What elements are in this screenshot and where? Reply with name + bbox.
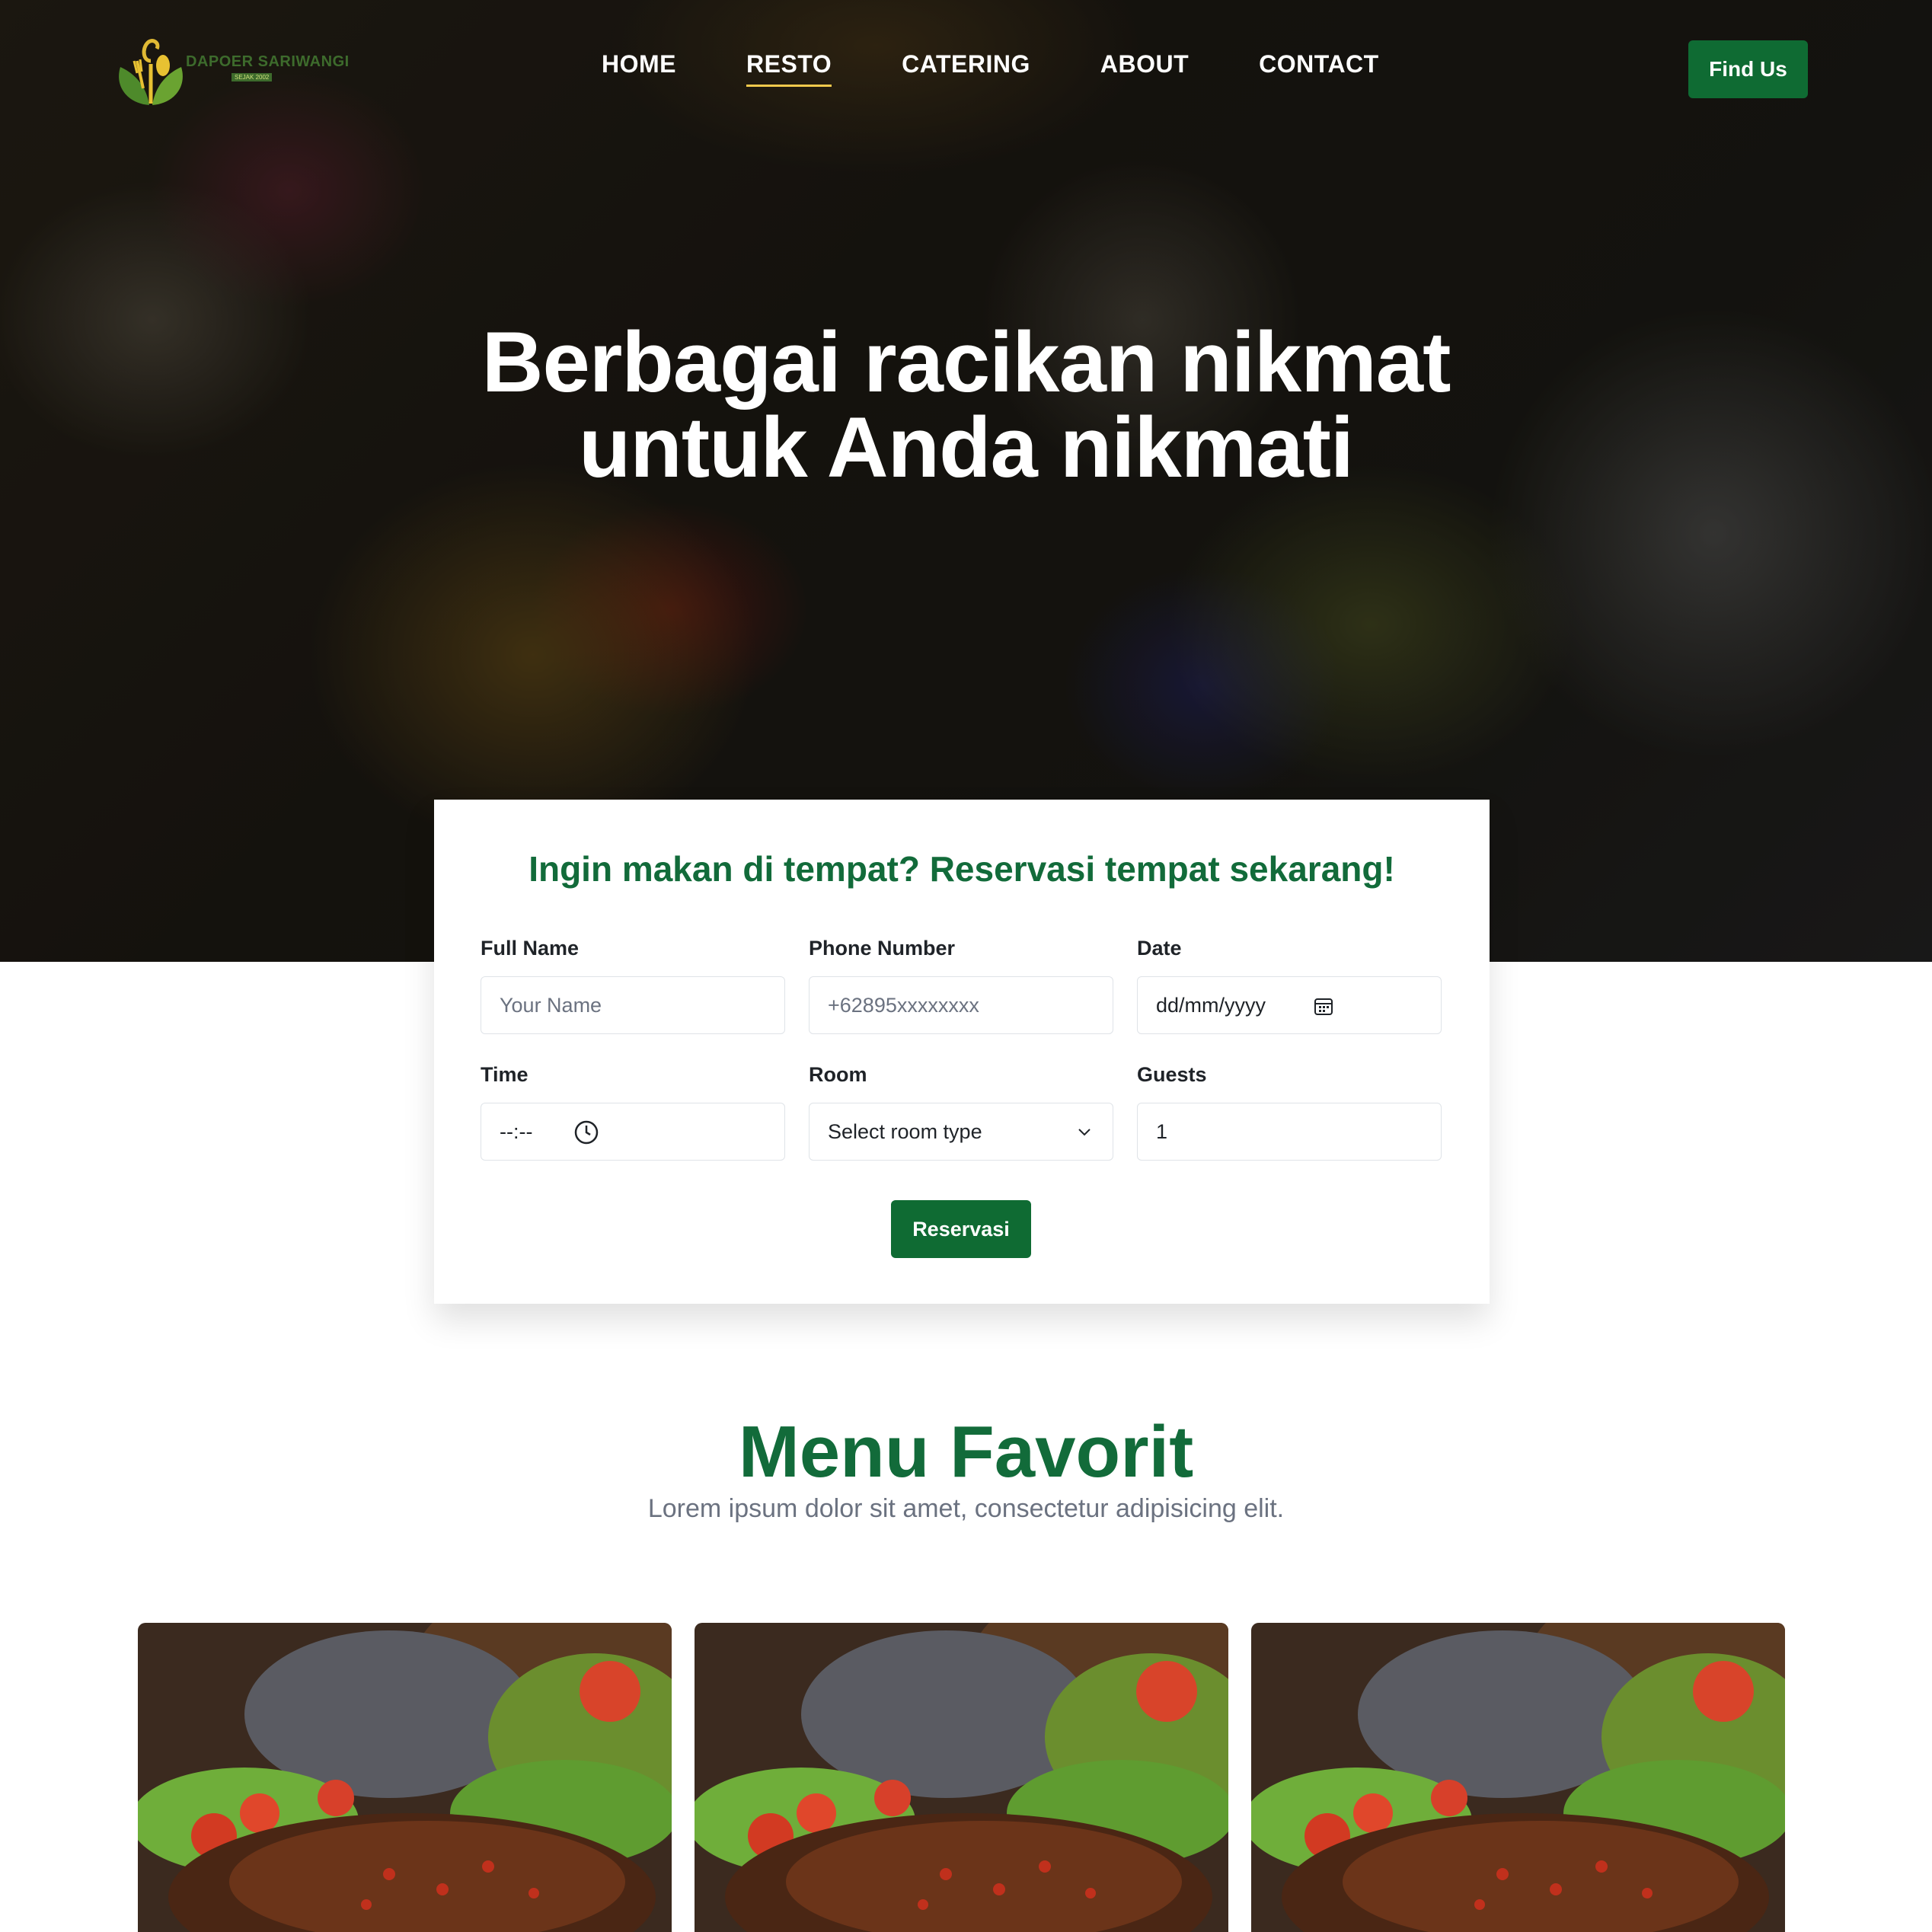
room-select[interactable]: Select room type — [809, 1103, 1113, 1161]
full-name-label: Full Name — [481, 937, 580, 960]
room-field: Room Select room type — [809, 1063, 1113, 1161]
guests-field: Guests 1 — [1137, 1063, 1442, 1161]
nav-about[interactable]: ABOUT — [1100, 50, 1189, 87]
chevron-down-icon — [1078, 1129, 1091, 1136]
menu-card-1[interactable] — [138, 1623, 672, 1932]
grilled-fish-image — [138, 1623, 672, 1932]
brand-logo[interactable]: DAPOER SARIWANGI SEJAK 2002 — [113, 30, 349, 114]
brand-tagline: SEJAK 2002 — [232, 73, 273, 81]
phone-placeholder: +62895xxxxxxxx — [828, 993, 979, 1017]
nav-resto[interactable]: RESTO — [746, 50, 832, 87]
calendar-icon[interactable] — [1313, 995, 1334, 1017]
reservation-title: Ingin makan di tempat? Reservasi tempat … — [434, 848, 1490, 889]
time-placeholder: --:-- — [500, 1119, 533, 1143]
date-placeholder: dd/mm/yyyy — [1156, 993, 1266, 1017]
room-selected-value: Select room type — [828, 1119, 982, 1143]
menu-favorit-subtitle: Lorem ipsum dolor sit amet, consectetur … — [647, 1494, 1285, 1523]
hero-title-line-1: Berbagai racikan nikmat — [481, 315, 1451, 410]
date-label: Date — [1137, 937, 1182, 960]
find-us-button[interactable]: Find Us — [1688, 40, 1808, 98]
room-label: Room — [809, 1063, 867, 1086]
time-field: Time --:-- — [481, 1063, 785, 1161]
nav-home[interactable]: HOME — [602, 50, 676, 87]
nav-contact[interactable]: CONTACT — [1259, 50, 1379, 87]
clock-icon[interactable] — [573, 1119, 600, 1146]
menu-card-3[interactable] — [1251, 1623, 1785, 1932]
guests-input[interactable]: 1 — [1137, 1103, 1442, 1161]
nav-catering[interactable]: CATERING — [902, 50, 1030, 87]
hero-title-line-2: untuk Anda nikmati — [578, 400, 1354, 495]
full-name-placeholder: Your Name — [500, 993, 602, 1017]
reservation-card: Ingin makan di tempat? Reservasi tempat … — [434, 800, 1490, 1304]
leaf-logo-icon — [119, 39, 183, 105]
guests-label: Guests — [1137, 1063, 1207, 1086]
menu-favorit-title: Menu Favorit — [738, 1411, 1194, 1493]
reservasi-button[interactable]: Reservasi — [891, 1200, 1031, 1258]
time-input[interactable]: --:-- — [481, 1103, 785, 1161]
phone-input[interactable]: +62895xxxxxxxx — [809, 976, 1113, 1034]
time-label: Time — [481, 1063, 529, 1086]
phone-field: Phone Number +62895xxxxxxxx — [809, 937, 1113, 1034]
grilled-fish-image — [1251, 1623, 1785, 1932]
date-input[interactable]: dd/mm/yyyy — [1137, 976, 1442, 1034]
full-name-field: Full Name Your Name — [481, 937, 785, 1034]
date-field: Date dd/mm/yyyy — [1137, 937, 1442, 1034]
reservation-title-normal: Ingin makan di tempat? — [529, 849, 920, 889]
phone-label: Phone Number — [809, 937, 956, 960]
main-navigation: HOME RESTO CATERING ABOUT CONTACT — [602, 50, 1379, 87]
guests-value: 1 — [1156, 1119, 1168, 1143]
menu-card-2[interactable] — [695, 1623, 1228, 1932]
grilled-fish-image — [695, 1623, 1228, 1932]
reservation-title-bold: Reservasi tempat sekarang! — [929, 849, 1395, 889]
brand-name: DAPOER SARIWANGI — [186, 53, 350, 70]
full-name-input[interactable]: Your Name — [481, 976, 785, 1034]
hero-title: Berbagai racikan nikmat untuk Anda nikma… — [0, 320, 1932, 490]
